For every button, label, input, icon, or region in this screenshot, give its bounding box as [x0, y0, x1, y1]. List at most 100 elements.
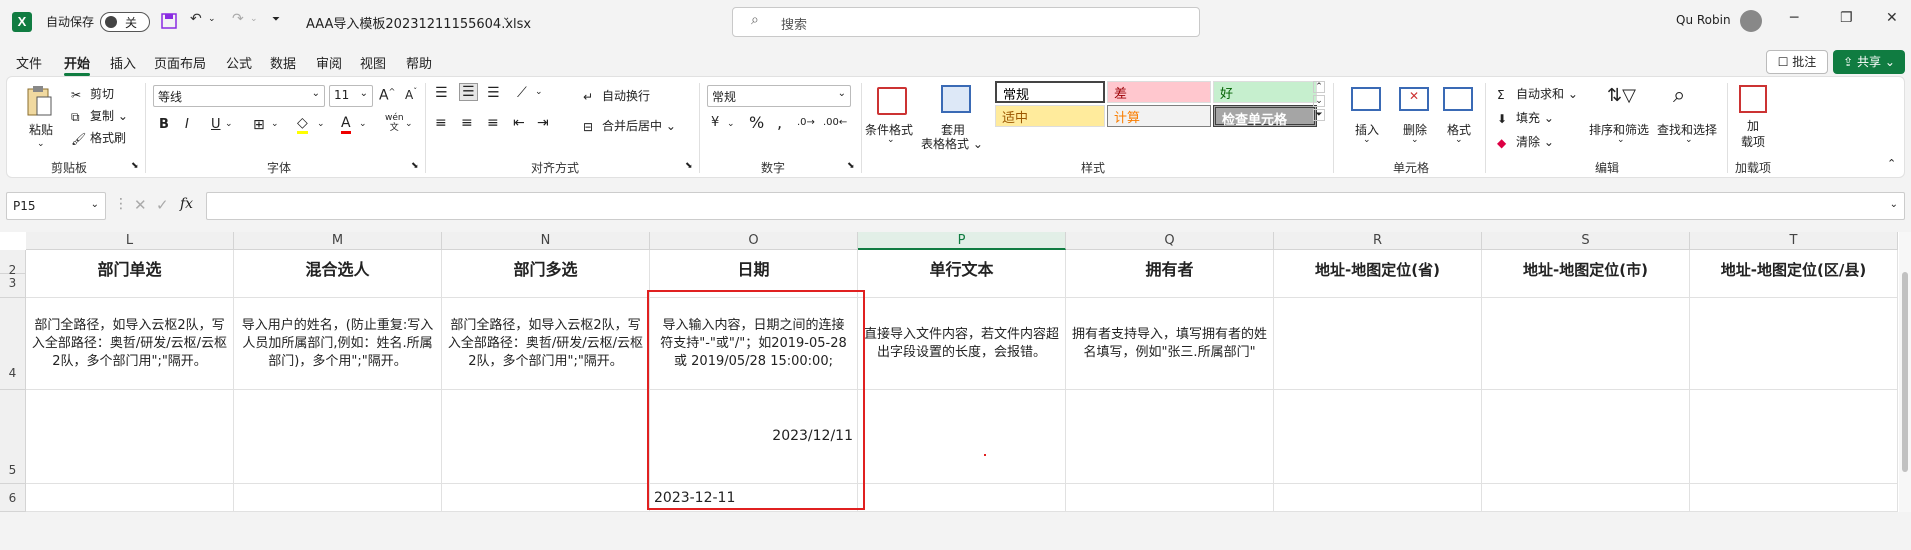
style-good[interactable]: 好 [1213, 81, 1317, 103]
description-cell[interactable] [1690, 298, 1898, 390]
grid-cell[interactable] [858, 390, 1066, 484]
tab-file[interactable]: 文件 [16, 53, 42, 72]
formula-input[interactable]: ⌄ [206, 192, 1905, 220]
row-header-5[interactable]: 5 [0, 390, 26, 484]
insert-function-icon[interactable]: fx [180, 196, 193, 212]
description-cell[interactable]: 直接导入文件内容，若文件内容超出字段设置的长度，会报错。 [858, 298, 1066, 390]
more-icon[interactable]: ⋮ [114, 196, 128, 212]
header-cell[interactable]: 部门单选 [26, 250, 234, 298]
header-cell[interactable]: 部门多选 [442, 250, 650, 298]
dialog-launcher-icon[interactable]: ⬊ [847, 161, 855, 171]
delete-cells-icon[interactable]: ✕ [1399, 87, 1429, 111]
wrap-text-button[interactable]: ↵ 自动换行 [583, 87, 650, 104]
tab-review[interactable]: 审阅 [316, 53, 342, 72]
style-normal[interactable]: 常规 [995, 81, 1105, 103]
column-header-S[interactable]: S [1482, 232, 1690, 250]
collapse-ribbon-icon[interactable]: ⌃ [1887, 157, 1896, 170]
autosave-toggle[interactable]: 关 [100, 12, 150, 32]
header-cell[interactable]: 单行文本 [858, 250, 1066, 298]
undo-icon[interactable]: ↶ [190, 11, 202, 27]
column-header-O[interactable]: O [650, 232, 858, 250]
style-bad[interactable]: 差 [1107, 81, 1211, 103]
tab-home[interactable]: 开始 [64, 53, 91, 76]
conditional-format-dropdown-icon[interactable]: ⌄ [887, 135, 895, 145]
row-header-3[interactable]: 3 [0, 274, 26, 298]
increase-font-icon[interactable]: A^ [379, 87, 395, 104]
tab-help[interactable]: 帮助 [406, 53, 432, 72]
insert-cells-icon[interactable] [1351, 87, 1381, 111]
dialog-launcher-icon[interactable]: ⬊ [685, 161, 693, 171]
cut-button[interactable]: ✂ 剪切 [71, 85, 114, 102]
delete-dropdown-icon[interactable]: ⌄ [1411, 135, 1419, 145]
tab-page-layout[interactable]: 页面布局 [154, 53, 206, 72]
paste-button[interactable]: 粘贴 [29, 121, 53, 138]
table-format-icon[interactable] [941, 85, 971, 113]
grid-cell[interactable] [1066, 390, 1274, 484]
column-header-P[interactable]: P [858, 232, 1066, 250]
redo-icon[interactable]: ↷ [232, 11, 244, 27]
underline-button[interactable]: U [211, 117, 221, 132]
comment-button[interactable]: ☐ 批注 [1766, 50, 1828, 74]
table-format-button-line2[interactable]: 表格格式 ⌄ [921, 135, 983, 152]
gallery-down-icon[interactable]: ⌄ [1313, 95, 1325, 107]
description-cell[interactable]: 部门全路径，如导入云枢2队，写入全部路径：奥哲/研发/云枢/云枢2队，多个部门用… [442, 298, 650, 390]
close-icon[interactable]: ✕ [1886, 10, 1898, 26]
file-name[interactable]: AAA导入模板20231211155604.xlsx [306, 13, 531, 32]
gallery-up-icon[interactable]: ⌃ [1313, 81, 1325, 93]
grid-cell[interactable] [234, 390, 442, 484]
align-bottom-icon[interactable]: ☰ [487, 85, 500, 101]
merge-center-button[interactable]: ⊟ 合并后居中 ⌄ [583, 117, 676, 134]
decrease-indent-icon[interactable]: ⇤ [513, 115, 525, 131]
align-middle-icon[interactable]: ☰ [459, 83, 478, 101]
header-cell[interactable]: 地址-地图定位(区/县) [1690, 250, 1898, 298]
row-header-4[interactable]: 4 [0, 298, 26, 390]
redo-dropdown-icon[interactable]: ⌄ [250, 14, 258, 24]
addins-icon[interactable] [1739, 85, 1767, 113]
find-select-icon[interactable]: ⌕ [1673, 83, 1685, 108]
user-name[interactable]: Qu Robin [1676, 13, 1731, 27]
decrease-decimal-icon[interactable]: .00← [823, 117, 847, 128]
description-cell[interactable]: 导入用户的姓名，(防止重复:写入人员加所属部门,例如：姓名.所属部门)，多个用"… [234, 298, 442, 390]
tab-formulas[interactable]: 公式 [226, 53, 252, 72]
align-top-icon[interactable]: ☰ [435, 85, 448, 101]
align-right-icon[interactable]: ≡ [487, 115, 499, 131]
style-calculation[interactable]: 计算 [1107, 105, 1211, 127]
decrease-font-icon[interactable]: Aˇ [405, 87, 417, 102]
vertical-scrollbar[interactable] [1899, 232, 1911, 512]
grid-cell[interactable] [26, 484, 234, 512]
row-header-2[interactable]: 2 [0, 250, 26, 277]
percent-icon[interactable]: % [749, 113, 764, 132]
increase-decimal-icon[interactable]: .0→ [797, 117, 815, 128]
border-dropdown-icon[interactable]: ⌄ [271, 119, 279, 129]
underline-dropdown-icon[interactable]: ⌄ [225, 119, 233, 129]
grid-cell[interactable] [442, 390, 650, 484]
orientation-icon[interactable]: ⟋ [517, 85, 527, 101]
dialog-launcher-icon[interactable]: ⬊ [131, 161, 139, 171]
phonetic-dropdown-icon[interactable]: ⌄ [405, 119, 413, 129]
grid-cell[interactable] [1274, 484, 1482, 512]
addins-button-line2[interactable]: 载项 [1741, 133, 1765, 150]
column-header-T[interactable]: T [1690, 232, 1898, 250]
undo-dropdown-icon[interactable]: ⌄ [208, 14, 216, 24]
font-size-select[interactable]: 11 ⌄ [329, 85, 373, 107]
cancel-icon[interactable]: ✕ [134, 196, 147, 214]
align-center-icon[interactable]: ≡ [461, 115, 473, 131]
minimize-icon[interactable]: ─ [1790, 10, 1798, 26]
grid-cell[interactable] [1690, 484, 1898, 512]
style-check-cell[interactable]: 检查单元格 [1213, 105, 1317, 128]
orientation-dropdown-icon[interactable]: ⌄ [535, 87, 543, 97]
conditional-format-icon[interactable] [877, 87, 907, 115]
description-cell[interactable] [1482, 298, 1690, 390]
align-left-icon[interactable]: ≡ [435, 115, 447, 131]
font-color-dropdown-icon[interactable]: ⌄ [359, 119, 367, 129]
addins-button[interactable]: 加 [1747, 117, 1759, 134]
grid-cell[interactable] [1066, 484, 1274, 512]
fill-color-icon[interactable]: ◇ [297, 115, 308, 134]
currency-dropdown-icon[interactable]: ⌄ [727, 119, 735, 129]
sort-filter-icon[interactable]: ⇅▽ [1607, 85, 1636, 106]
grid-cell[interactable] [234, 484, 442, 512]
border-icon[interactable]: ⊞ [253, 117, 265, 133]
comma-icon[interactable]: , [777, 113, 782, 132]
row-header-6[interactable]: 6 [0, 484, 26, 512]
column-header-M[interactable]: M [234, 232, 442, 250]
